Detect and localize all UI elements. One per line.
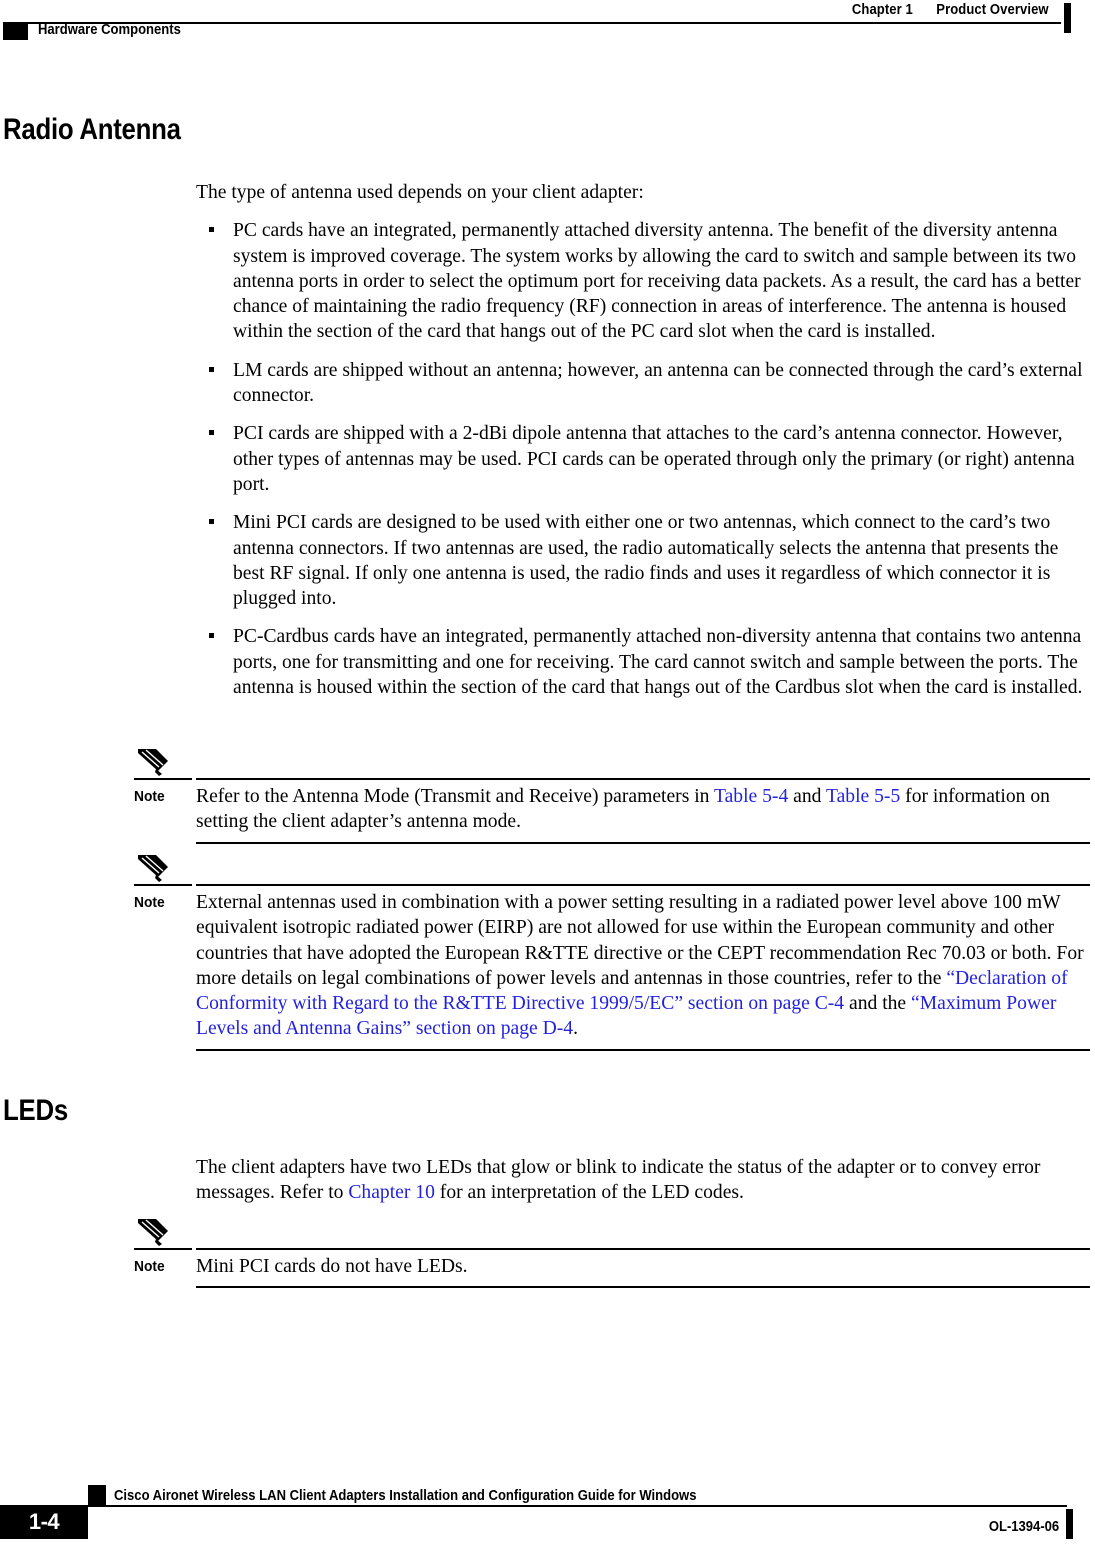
pencil-icon bbox=[138, 749, 168, 776]
footer-page-number: 1-4 bbox=[28, 1509, 60, 1534]
note-text-part: and bbox=[788, 786, 826, 807]
pencil-icon bbox=[138, 1219, 168, 1246]
bullet-icon bbox=[209, 633, 214, 639]
note-text: Mini PCI cards do not have LEDs. bbox=[196, 1256, 468, 1277]
bullet-icon bbox=[209, 366, 214, 372]
note-block-mini-pci-leds: Note Mini PCI cards do not have LEDs. bbox=[134, 1219, 1090, 1289]
note-rule-top bbox=[196, 1248, 1090, 1250]
list-item: PCI cards are shipped with a 2-dBi dipol… bbox=[196, 421, 1090, 497]
note-rule-bottom bbox=[196, 841, 1090, 844]
header-right-marker bbox=[1064, 3, 1071, 33]
note-rule-top bbox=[196, 778, 1090, 780]
list-item: PC-Cardbus cards have an integrated, per… bbox=[196, 624, 1090, 700]
note-rule-left bbox=[134, 884, 192, 886]
header-section-title: Hardware Components bbox=[38, 22, 181, 38]
bullet-icon bbox=[209, 430, 214, 436]
note-label: Note bbox=[134, 894, 165, 911]
footer-left-marker bbox=[88, 1485, 106, 1505]
note-rule-bottom bbox=[196, 1048, 1090, 1051]
list-item: Mini PCI cards are designed to be used w… bbox=[196, 510, 1090, 611]
note-rule-top bbox=[196, 884, 1090, 886]
note-rule-bottom bbox=[196, 1286, 1090, 1289]
page-footer: 1-4 Cisco Aironet Wireless LAN Client Ad… bbox=[0, 1469, 1095, 1549]
note-text-part: . bbox=[573, 1018, 578, 1040]
list-item-text: PC-Cardbus cards have an integrated, per… bbox=[233, 626, 1083, 699]
header-chapter-title: Product Overview bbox=[936, 2, 1049, 18]
list-item-text: Mini PCI cards are designed to be used w… bbox=[233, 512, 1059, 610]
header-divider-rule bbox=[28, 22, 1061, 24]
list-item-text: PC cards have an integrated, permanently… bbox=[233, 220, 1081, 343]
page-header: Chapter 1 Product Overview Hardware Compo… bbox=[0, 0, 1095, 46]
note-label: Note bbox=[134, 1258, 165, 1275]
link-table-5-5[interactable]: Table 5-5 bbox=[826, 786, 900, 807]
note-text-part: Refer to the Antenna Mode (Transmit and … bbox=[196, 786, 714, 807]
footer-divider-rule bbox=[88, 1505, 1067, 1507]
note-text: External antennas used in combination wi… bbox=[196, 884, 1090, 1051]
note-text-part: and the bbox=[844, 993, 912, 1015]
link-chapter-10[interactable]: Chapter 10 bbox=[348, 1182, 435, 1203]
footer-guide-title: Cisco Aironet Wireless LAN Client Adapte… bbox=[114, 1488, 697, 1504]
leds-text-part: for an interpretation of the LED codes. bbox=[434, 1182, 744, 1204]
radio-antenna-content: The type of antenna used depends on your… bbox=[196, 180, 1090, 700]
leds-content: The client adapters have two LEDs that g… bbox=[196, 1155, 1090, 1206]
note-text: Refer to the Antenna Mode (Transmit and … bbox=[196, 778, 1090, 844]
list-item-text: LM cards are shipped without an antenna;… bbox=[233, 359, 1083, 407]
pencil-icon bbox=[138, 855, 168, 882]
note-block-external-antennas: Note External antennas used in combinati… bbox=[134, 855, 1090, 1051]
page-title-leds: LEDs bbox=[3, 1094, 68, 1127]
header-chapter-breadcrumb: Chapter 1 Product Overview bbox=[852, 2, 1049, 18]
radio-antenna-bullet-list: PC cards have an integrated, permanently… bbox=[196, 218, 1090, 700]
footer-right-marker bbox=[1066, 1509, 1073, 1539]
note-rule-left bbox=[134, 1248, 192, 1250]
note-label: Note bbox=[134, 788, 165, 805]
list-item: LM cards are shipped without an antenna;… bbox=[196, 358, 1090, 409]
footer-document-number: OL-1394-06 bbox=[988, 1519, 1059, 1535]
link-table-5-4[interactable]: Table 5-4 bbox=[714, 786, 788, 807]
bullet-icon bbox=[209, 519, 214, 525]
bullet-icon bbox=[209, 227, 214, 233]
leds-paragraph: The client adapters have two LEDs that g… bbox=[196, 1155, 1090, 1206]
note-rule-left bbox=[134, 778, 192, 780]
radio-antenna-intro-paragraph: The type of antenna used depends on your… bbox=[196, 182, 644, 203]
note-block-antenna-mode: Note Refer to the Antenna Mode (Transmit… bbox=[134, 749, 1090, 844]
list-item-text: PCI cards are shipped with a 2-dBi dipol… bbox=[233, 423, 1075, 495]
list-item: PC cards have an integrated, permanently… bbox=[196, 218, 1090, 344]
document-page: Chapter 1 Product Overview Hardware Compo… bbox=[0, 0, 1095, 1549]
header-chapter-number: Chapter 1 bbox=[852, 2, 914, 18]
page-title-radio-antenna: Radio Antenna bbox=[3, 113, 181, 146]
header-left-marker bbox=[3, 22, 28, 40]
